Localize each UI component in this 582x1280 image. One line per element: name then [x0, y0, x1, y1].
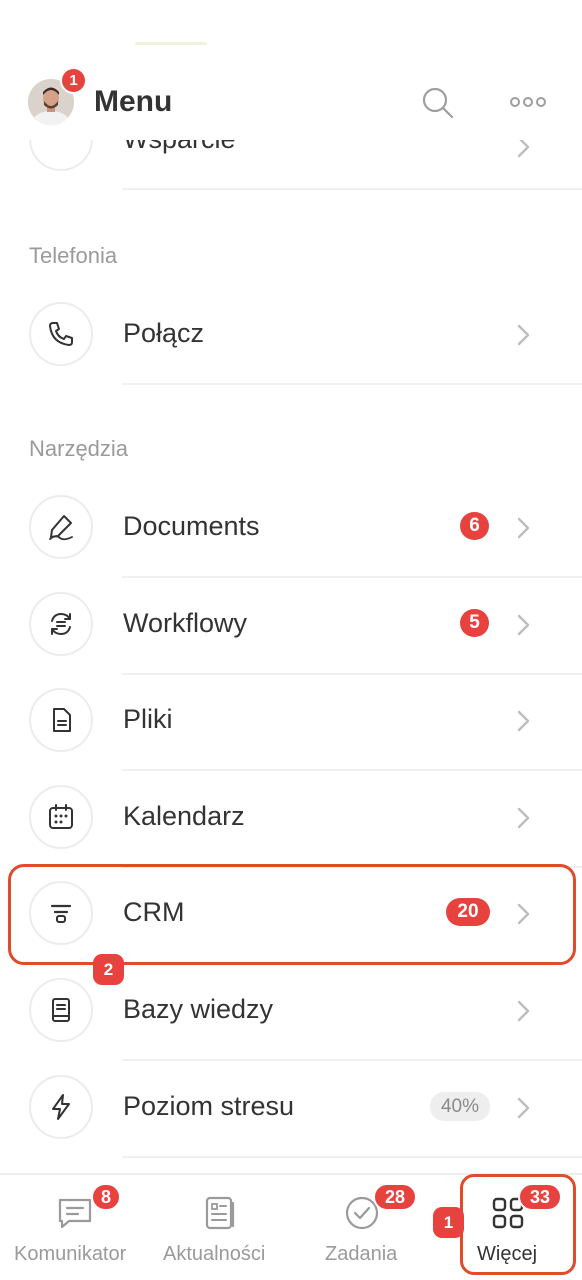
counter-badge: 5 — [460, 609, 489, 637]
file-icon — [29, 688, 93, 752]
chevron-right-icon — [517, 710, 530, 732]
tab-label: Więcej — [477, 1243, 538, 1265]
top-header: 1 Menu — [0, 0, 582, 140]
tab-label: Zadania — [325, 1243, 398, 1265]
section-title-telefonia: Telefonia — [29, 243, 118, 268]
tab-zadania[interactable]: 28 Zadania — [295, 1175, 440, 1280]
calendar-icon — [29, 785, 93, 849]
menu-item-label: Poziom stresu — [123, 1091, 295, 1121]
menu-item-label: Kalendarz — [123, 801, 245, 831]
menu-item-label: Documents — [123, 511, 260, 541]
menu-item-label: Pliki — [123, 704, 173, 734]
menu-item-crm[interactable]: CRM 20 — [0, 867, 582, 964]
menu-item-workflowy[interactable]: Workflowy 5 — [0, 578, 582, 675]
chevron-right-icon — [517, 1097, 530, 1119]
chevron-right-icon — [517, 1000, 530, 1022]
menu-item-pliki[interactable]: Pliki — [0, 674, 582, 771]
counter-badge: 20 — [446, 898, 490, 926]
news-icon — [205, 1196, 235, 1230]
workflow-cycle-icon — [29, 592, 93, 656]
tab-aktualnosci[interactable]: Aktualności — [150, 1175, 295, 1280]
menu-item-documents[interactable]: Documents 6 — [0, 481, 582, 578]
counter-badge: 6 — [460, 512, 489, 540]
menu-item-wsparcie[interactable]: Wsparcie — [0, 140, 582, 190]
tab-label: Komunikator — [14, 1243, 127, 1265]
step-marker-1: 1 — [433, 1207, 464, 1238]
tab-badge: 8 — [91, 1183, 121, 1211]
chevron-right-icon — [517, 614, 530, 636]
tab-label: Aktualności — [163, 1243, 266, 1265]
chat-icon — [58, 1198, 92, 1229]
more-horizontal-icon[interactable] — [508, 88, 548, 116]
chevron-right-icon — [517, 517, 530, 539]
divider — [122, 383, 582, 385]
menu-item-polacz[interactable]: Połącz — [0, 288, 582, 385]
step-marker-2: 2 — [93, 954, 124, 985]
menu-item-kalendarz[interactable]: Kalendarz — [0, 771, 582, 868]
divider — [122, 188, 582, 190]
chevron-right-icon — [517, 807, 530, 829]
stress-percent-badge: 40% — [430, 1092, 490, 1121]
chat-bubble-icon — [29, 140, 93, 171]
menu-item-label: Workflowy — [123, 608, 248, 638]
section-title-narzedzia: Narzędzia — [29, 436, 129, 461]
menu-item-bazy-wiedzy[interactable]: Bazy wiedzy — [0, 964, 582, 1061]
page-title: Menu — [94, 85, 173, 118]
header-decoration — [135, 42, 207, 45]
menu-item-poziom-stresu[interactable]: Poziom stresu 40% — [0, 1061, 582, 1158]
menu-item-label: Wsparcie — [123, 140, 236, 155]
menu-item-label: CRM — [123, 897, 185, 927]
chevron-right-icon — [517, 140, 530, 158]
phone-icon — [29, 302, 93, 366]
menu-item-label: Połącz — [123, 318, 205, 348]
bottom-tab-bar: 8 Komunikator Aktualności 28 Zadania 33 … — [0, 1173, 582, 1280]
avatar-notification-badge: 1 — [60, 67, 87, 94]
funnel-icon — [29, 881, 93, 945]
divider — [122, 1156, 582, 1158]
search-icon[interactable] — [420, 85, 456, 121]
signature-pen-icon — [29, 495, 93, 559]
menu-item-label: Bazy wiedzy — [123, 994, 274, 1024]
tab-badge: 33 — [518, 1183, 562, 1211]
tab-komunikator[interactable]: 8 Komunikator — [0, 1175, 150, 1280]
lightning-icon — [29, 1075, 93, 1139]
tab-badge: 28 — [373, 1183, 417, 1211]
book-icon — [29, 978, 93, 1042]
chevron-right-icon — [517, 903, 530, 925]
chevron-right-icon — [517, 324, 530, 346]
